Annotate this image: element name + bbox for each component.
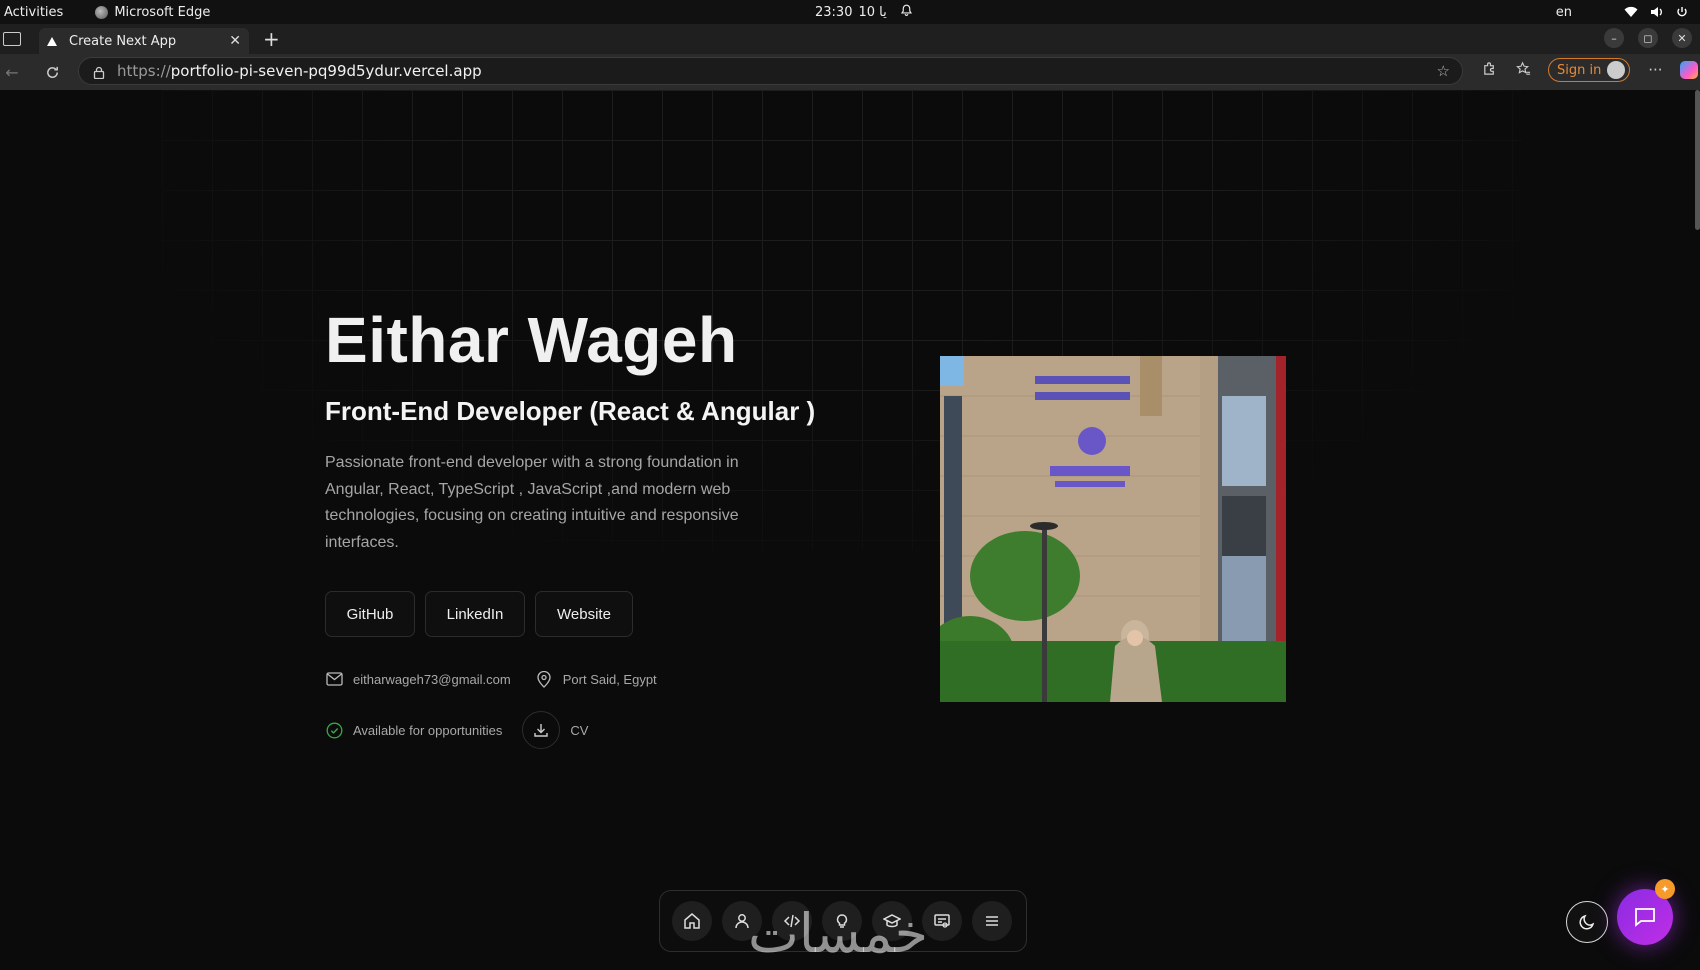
url-host: portfolio-pi-seven-pq99d5ydur.vercel.app — [170, 62, 482, 80]
back-arrow-icon[interactable]: ← — [0, 60, 24, 84]
minimize-window-icon[interactable]: – — [1604, 28, 1624, 48]
wifi-icon[interactable] — [1624, 6, 1638, 18]
maximize-window-icon[interactable]: ◻ — [1638, 28, 1658, 48]
download-cv-button[interactable] — [522, 711, 561, 749]
chat-icon — [1635, 908, 1655, 927]
check-circle-icon — [325, 721, 343, 739]
clock-date: 10 يا — [858, 4, 887, 20]
copilot-icon[interactable] — [1680, 61, 1699, 79]
chat-notification-badge: ✦ — [1655, 879, 1675, 899]
language-indicator[interactable]: en — [1556, 5, 1572, 20]
linkedin-button[interactable]: LinkedIn — [425, 591, 525, 637]
github-button[interactable]: GitHub — [325, 591, 415, 637]
location-text: Port Said, Egypt — [562, 671, 657, 687]
favorites-icon[interactable] — [1514, 61, 1532, 80]
os-top-bar: Activities Microsoft Edge 23:30 10 يا en — [0, 0, 1700, 24]
sidebar-toggle-icon[interactable] — [3, 32, 21, 46]
menu-icon[interactable] — [972, 901, 1012, 941]
theme-toggle-button[interactable] — [1566, 901, 1608, 943]
availability-text: Available for opportunities — [353, 722, 503, 738]
activities-button[interactable]: Activities — [4, 5, 63, 20]
download-icon — [534, 724, 549, 737]
profile-photo — [940, 356, 1286, 702]
more-options-icon[interactable]: ··· — [1646, 61, 1664, 79]
profile-avatar-icon — [1607, 61, 1626, 79]
edge-icon — [95, 5, 109, 19]
browser-toolbar: ← https:// portfolio-pi-seven-pq99d5ydur… — [0, 54, 1700, 90]
vercel-favicon-icon — [47, 36, 57, 46]
extensions-icon[interactable] — [1480, 61, 1498, 80]
hero-role: Front-End Developer (React & Angular ) — [325, 396, 816, 426]
contact-row: eitharwageh73@gmail.com Port Said, Egypt — [325, 670, 657, 688]
website-button[interactable]: Website — [535, 591, 633, 637]
notification-bell-icon[interactable] — [900, 4, 913, 21]
volume-icon[interactable] — [1650, 6, 1664, 18]
tab-title: Create Next App — [69, 33, 177, 49]
moon-icon — [1579, 914, 1595, 930]
hero-name: Eithar Wageh — [325, 304, 738, 376]
favorite-star-icon[interactable]: ☆ — [1437, 62, 1450, 80]
url-scheme: https:// — [117, 62, 171, 80]
address-bar[interactable]: https:// portfolio-pi-seven-pq99d5ydur.v… — [78, 57, 1463, 85]
map-pin-icon — [535, 670, 553, 688]
sign-in-label: Sign in — [1557, 62, 1602, 78]
status-row: Available for opportunities CV — [325, 711, 588, 749]
hero-description: Passionate front-end developer with a st… — [325, 454, 739, 551]
reload-icon[interactable] — [40, 60, 64, 84]
portfolio-page: Eithar Wageh Front-End Developer (React … — [0, 90, 1700, 970]
browser-tabstrip: Create Next App ✕ + – ◻ ✕ — [0, 24, 1700, 54]
cv-label[interactable]: CV — [570, 723, 588, 738]
app-menu[interactable]: Microsoft Edge — [95, 5, 210, 20]
email-text[interactable]: eitharwageh73@gmail.com — [353, 672, 511, 687]
clock-time: 23:30 — [815, 4, 853, 20]
clock[interactable]: 23:30 10 يا — [815, 5, 887, 20]
mail-icon — [325, 670, 343, 688]
new-tab-icon[interactable]: + — [263, 27, 280, 51]
power-icon[interactable] — [1676, 6, 1690, 18]
watermark-logo: خمسات — [748, 902, 929, 965]
close-window-icon[interactable]: ✕ — [1672, 28, 1692, 48]
app-name: Microsoft Edge — [114, 4, 211, 20]
home-icon[interactable] — [672, 901, 712, 941]
sign-in-button[interactable]: Sign in — [1548, 58, 1631, 82]
page-scrollbar[interactable] — [1695, 90, 1700, 230]
tab-create-next-app[interactable]: Create Next App ✕ — [39, 28, 249, 54]
lock-icon[interactable] — [93, 65, 105, 79]
close-tab-icon[interactable]: ✕ — [229, 33, 241, 49]
social-buttons: GitHub LinkedIn Website — [325, 591, 633, 637]
